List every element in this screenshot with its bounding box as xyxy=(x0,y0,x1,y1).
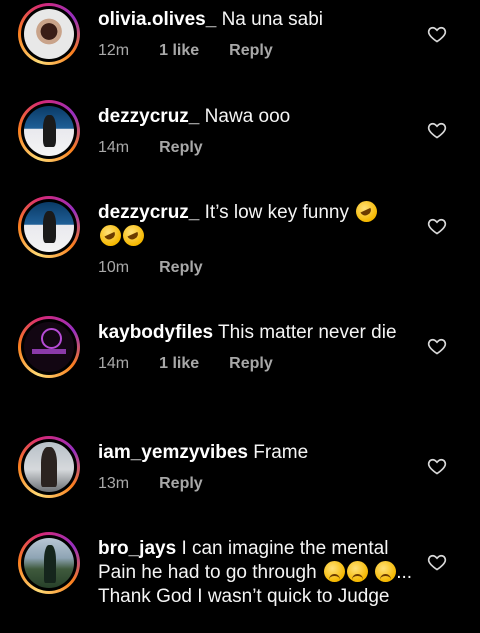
comment-time: 10m xyxy=(98,259,130,276)
yemzy-avatar-image xyxy=(24,442,74,492)
comment-text: iam_yemzyvibes Frame xyxy=(98,441,418,465)
rofl-emoji-icon xyxy=(123,225,144,246)
comments-list[interactable]: olivia.olives_ Na una sabi 12m 1 like Re… xyxy=(0,0,480,633)
like-count[interactable]: 1 like xyxy=(159,355,199,373)
avatar[interactable] xyxy=(18,3,80,65)
sad-emoji-icon xyxy=(323,561,345,582)
avatar[interactable] xyxy=(18,532,80,594)
avatar[interactable] xyxy=(18,436,80,498)
sad-emoji-icon xyxy=(375,561,397,582)
reply-button[interactable]: Reply xyxy=(229,355,273,373)
comment-time: 14m xyxy=(98,139,130,156)
bro-avatar-image xyxy=(24,538,74,588)
comment-text: bro_jays I can imagine the mental Pain h… xyxy=(98,537,418,609)
comment-text: olivia.olives_ Na una sabi xyxy=(98,8,418,32)
comment-time: 14m xyxy=(98,355,130,372)
reply-button[interactable]: Reply xyxy=(159,139,203,157)
reply-button[interactable]: Reply xyxy=(159,259,203,277)
heart-icon[interactable] xyxy=(427,120,447,140)
comment-message: It’s low key funny xyxy=(204,202,349,223)
comment-meta: 12m 1 like Reply xyxy=(98,42,418,60)
comment-text: kaybodyfiles This matter never die xyxy=(98,321,418,345)
avatar[interactable] xyxy=(18,316,80,378)
dezzy-avatar-image xyxy=(24,202,74,252)
comment-meta: 14m Reply xyxy=(98,139,418,157)
reply-button[interactable]: Reply xyxy=(229,42,273,60)
comment-time: 13m xyxy=(98,475,130,492)
comment-time: 12m xyxy=(98,42,130,59)
comment-username[interactable]: dezzycruz_ xyxy=(98,106,199,127)
comment-text: dezzycruz_ Nawa ooo xyxy=(98,105,418,129)
like-count[interactable]: 1 like xyxy=(159,42,199,60)
comment-message: Na una sabi xyxy=(221,9,323,30)
comment-username[interactable]: bro_jays xyxy=(98,538,176,559)
comment-meta: 10m Reply xyxy=(98,259,418,277)
dezzy-avatar-image xyxy=(24,106,74,156)
comment-message: This matter never die xyxy=(218,322,397,343)
comment-meta: 14m 1 like Reply xyxy=(98,355,418,373)
comment-username[interactable]: dezzycruz_ xyxy=(98,202,199,223)
heart-icon[interactable] xyxy=(427,24,447,44)
avatar[interactable] xyxy=(18,100,80,162)
sad-emoji-icon xyxy=(346,561,368,582)
heart-icon[interactable] xyxy=(427,456,447,476)
comment-username[interactable]: iam_yemzyvibes xyxy=(98,442,248,463)
rofl-emoji-icon xyxy=(356,201,378,222)
heart-icon[interactable] xyxy=(427,336,447,356)
kaybody-avatar-image xyxy=(24,322,74,372)
comment-text: dezzycruz_ It’s low key funny xyxy=(98,201,418,249)
heart-icon[interactable] xyxy=(427,552,447,572)
comment-message: Nawa ooo xyxy=(204,106,291,127)
heart-icon[interactable] xyxy=(427,216,447,236)
rofl-emoji-icon xyxy=(100,225,121,246)
comment-username[interactable]: olivia.olives_ xyxy=(98,9,216,30)
comment-username[interactable]: kaybodyfiles xyxy=(98,322,213,343)
olivia-avatar-image xyxy=(24,9,74,59)
reply-button[interactable]: Reply xyxy=(159,475,203,493)
comment-meta: 13m Reply xyxy=(98,475,418,493)
comment-message: Frame xyxy=(253,442,309,463)
avatar[interactable] xyxy=(18,196,80,258)
